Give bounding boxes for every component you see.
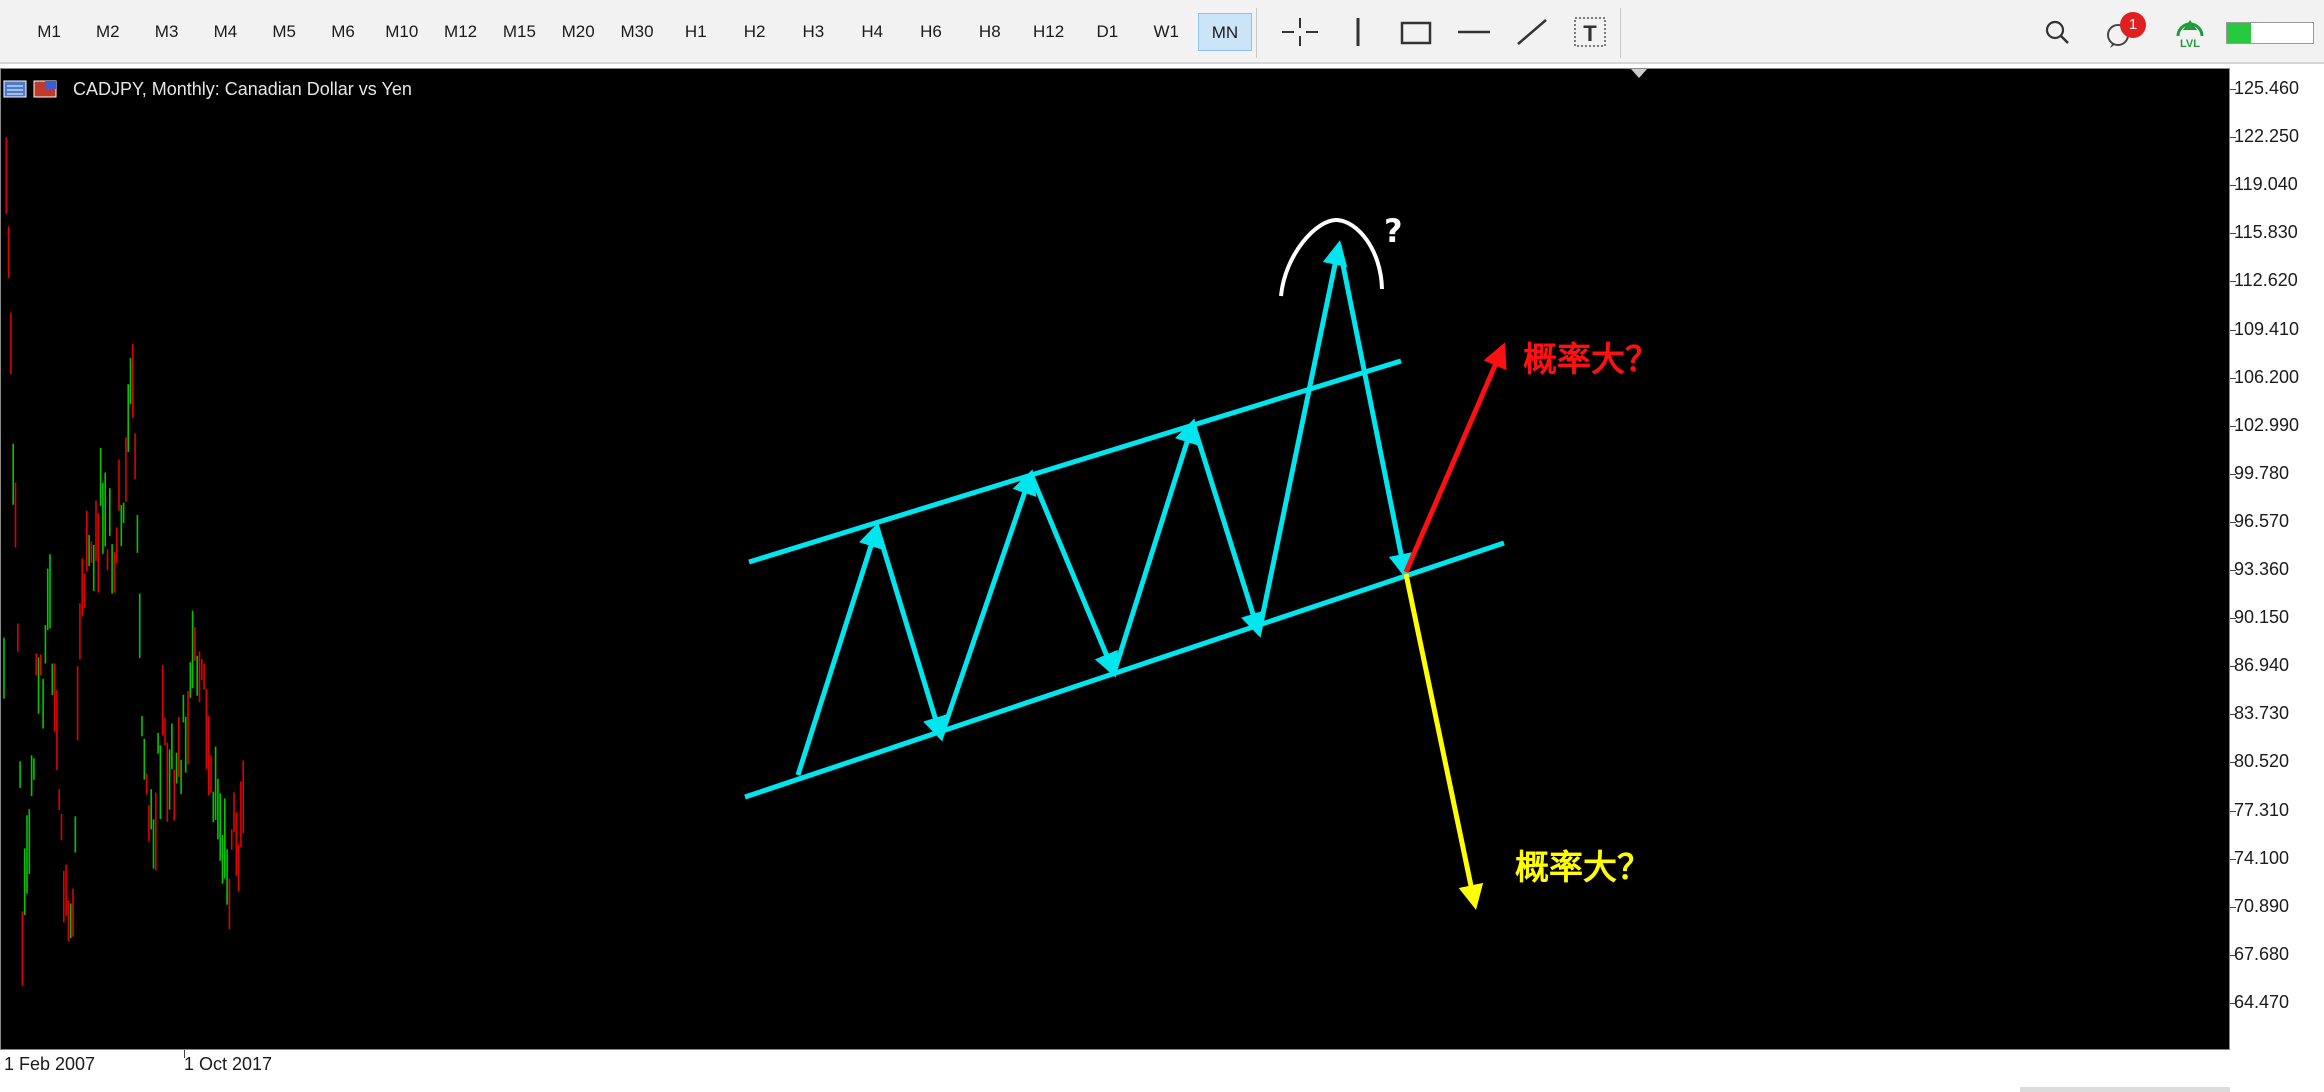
- price-label: 64.470: [2234, 991, 2290, 1012]
- chart-canvas[interactable]: ? 概率大？ 概率大？: [1, 69, 2230, 1050]
- timeframe-h6[interactable]: H6: [904, 13, 958, 51]
- trendline-icon[interactable]: [1510, 14, 1554, 50]
- zigzag-arrow[interactable]: [795, 522, 883, 776]
- connection-indicator: [2226, 22, 2314, 44]
- timeframe-h1[interactable]: H1: [669, 13, 723, 51]
- price-label: 96.570: [2234, 510, 2290, 531]
- price-label: 93.360: [2234, 559, 2290, 579]
- timeframe-m4[interactable]: M4: [198, 13, 252, 51]
- chart-title: CADJPY, Monthly: Canadian Dollar vs Yen: [73, 79, 412, 99]
- price-label: 102.990: [2234, 414, 2300, 435]
- price-label: 99.780: [2234, 462, 2290, 483]
- zigzag-arrow[interactable]: [938, 469, 1037, 738]
- price-label: 80.520: [2234, 751, 2290, 772]
- timeframe-m1[interactable]: M1: [22, 13, 76, 51]
- question-mark-label: ?: [1384, 212, 1403, 250]
- timeframe-d1[interactable]: D1: [1080, 13, 1134, 51]
- search-icon[interactable]: [2036, 14, 2080, 50]
- timeframe-h3[interactable]: H3: [786, 13, 840, 51]
- timeframe-h4[interactable]: H4: [845, 13, 899, 51]
- timeframe-m10[interactable]: M10: [375, 13, 429, 51]
- breakout-up-arrow[interactable]: [1403, 342, 1507, 573]
- price-label: 70.890: [2234, 895, 2290, 916]
- level-label: LVL: [2180, 38, 2200, 50]
- price-label: 112.620: [2234, 270, 2298, 291]
- time-label: 1 Feb 2007: [4, 1054, 96, 1074]
- timeframe-m20[interactable]: M20: [551, 13, 605, 51]
- text-label-icon[interactable]: T: [1568, 14, 1612, 50]
- horizontal-scrollbar[interactable]: [2020, 1087, 2230, 1092]
- down-probability-label: 概率大？: [1515, 848, 1651, 888]
- horizontal-line-icon[interactable]: [1452, 14, 1496, 50]
- timeframe-m12[interactable]: M12: [434, 13, 488, 51]
- price-label: 74.100: [2234, 847, 2290, 868]
- toolbar: M1 M2 M3 M4 M5 M6 M10 M12 M15 M20 M30 H1 H2 H3 H4 H6 H8 H…: [0, 0, 2324, 64]
- symbol-flag-icon[interactable]: [33, 79, 57, 99]
- price-label: 115.830: [2234, 222, 2298, 243]
- up-probability-label: 概率大？: [1523, 340, 1659, 380]
- timeframe-mn[interactable]: MN: [1198, 13, 1252, 51]
- rectangle-icon[interactable]: [1394, 14, 1438, 50]
- price-label: 67.680: [2234, 943, 2290, 964]
- timeframe-m2[interactable]: M2: [81, 13, 135, 51]
- timeframe-h2[interactable]: H2: [728, 13, 782, 51]
- timeframe-h12[interactable]: H12: [1022, 13, 1076, 51]
- price-label: 86.940: [2234, 655, 2290, 676]
- timeframe-m15[interactable]: M15: [492, 13, 546, 51]
- zigzag-arrow[interactable]: [1111, 418, 1199, 674]
- price-label: 119.040: [2234, 174, 2298, 195]
- price-label: 122.250: [2234, 126, 2300, 147]
- toolbar-separator: [1256, 8, 1257, 58]
- vertical-line-icon[interactable]: [1336, 14, 1380, 50]
- time-axis[interactable]: [0, 1050, 2230, 1092]
- channel-upper-line[interactable]: [748, 358, 1402, 565]
- zigzag-arrow[interactable]: [1190, 422, 1265, 638]
- time-label: 1 Oct 2017: [184, 1054, 273, 1074]
- timeframe-m6[interactable]: M6: [316, 13, 370, 51]
- notification-badge: 1: [2120, 12, 2146, 38]
- zigzag-arrow[interactable]: [1028, 473, 1118, 678]
- notifications-button[interactable]: 1: [2100, 12, 2146, 50]
- svg-text:T: T: [1583, 21, 1597, 46]
- crosshair-icon[interactable]: [1278, 14, 1322, 50]
- level-icon[interactable]: LVL: [2168, 14, 2212, 50]
- price-label: 109.410: [2234, 318, 2300, 339]
- breakdown-arrow[interactable]: [1403, 573, 1484, 910]
- timeframe-w1[interactable]: W1: [1139, 13, 1193, 51]
- price-label: 125.460: [2234, 78, 2300, 98]
- timeframe-h8[interactable]: H8: [963, 13, 1017, 51]
- window-list-icon[interactable]: [3, 79, 27, 99]
- timeframe-m30[interactable]: M30: [610, 13, 664, 51]
- chart-shift-marker[interactable]: [1631, 69, 1647, 78]
- price-label: 77.310: [2234, 799, 2290, 820]
- timeframe-m5[interactable]: M5: [257, 13, 311, 51]
- candlestick-series: [3, 137, 244, 986]
- zigzag-arrow[interactable]: [1256, 240, 1348, 634]
- zigzag-arrow[interactable]: [1336, 244, 1414, 579]
- zigzag-arrow[interactable]: [874, 526, 948, 742]
- price-label: 90.150: [2234, 607, 2290, 628]
- chart-window[interactable]: ? 概率大？ 概率大？ CADJPY, Monthly: Canadian Do…: [0, 68, 2230, 1050]
- toolbar-separator: [1620, 8, 1621, 58]
- timeframe-m3[interactable]: M3: [140, 13, 194, 51]
- price-label: 83.730: [2234, 703, 2290, 724]
- price-label: 106.200: [2234, 366, 2300, 387]
